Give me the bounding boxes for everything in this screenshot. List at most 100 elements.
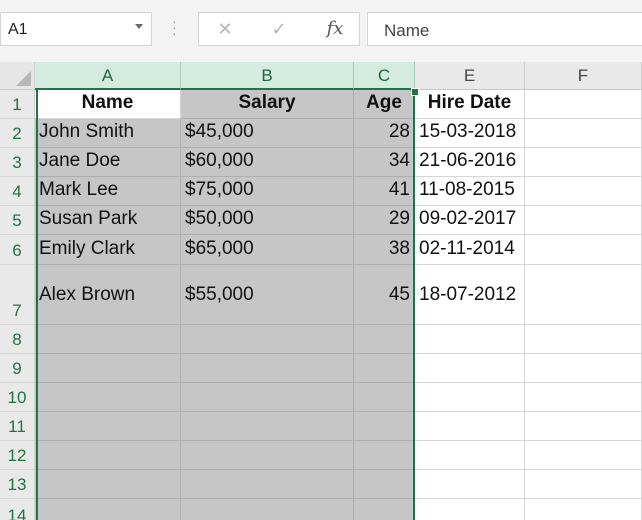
cell-f2[interactable] <box>525 119 642 148</box>
cell-b10[interactable] <box>181 383 354 412</box>
cell-e12[interactable] <box>415 441 525 470</box>
cell-b3[interactable]: $60,000 <box>181 148 354 177</box>
cell-b5[interactable]: $50,000 <box>181 206 354 235</box>
cell-b1[interactable]: Salary <box>181 90 354 119</box>
column-header-b[interactable]: B <box>181 62 354 90</box>
row-header-2[interactable]: 2 <box>0 119 35 148</box>
cell-a7[interactable]: Alex Brown <box>35 265 181 325</box>
cell-c8[interactable] <box>354 325 415 354</box>
cell-e11[interactable] <box>415 412 525 441</box>
name-box[interactable]: A1 <box>0 12 152 46</box>
cell-e1[interactable]: Hire Date <box>415 90 525 119</box>
cell-f1[interactable] <box>525 90 642 119</box>
row-header-4[interactable]: 4 <box>0 177 35 206</box>
row-header-13[interactable]: 13 <box>0 470 35 499</box>
cell-c13[interactable] <box>354 470 415 499</box>
cell-c2[interactable]: 28 <box>354 119 415 148</box>
cell-e13[interactable] <box>415 470 525 499</box>
cell-a9[interactable] <box>35 354 181 383</box>
cell-a11[interactable] <box>35 412 181 441</box>
cell-a12[interactable] <box>35 441 181 470</box>
cell-f8[interactable] <box>525 325 642 354</box>
cell-b7[interactable]: $55,000 <box>181 265 354 325</box>
cell-a14[interactable] <box>35 499 181 520</box>
row-header-8[interactable]: 8 <box>0 325 35 354</box>
cell-f7[interactable] <box>525 265 642 325</box>
row-header-12[interactable]: 12 <box>0 441 35 470</box>
cell-f6[interactable] <box>525 235 642 265</box>
cell-b4[interactable]: $75,000 <box>181 177 354 206</box>
vertical-dots-icon[interactable]: · · · <box>172 14 177 40</box>
cell-a10[interactable] <box>35 383 181 412</box>
cell-b13[interactable] <box>181 470 354 499</box>
chevron-down-icon[interactable] <box>135 24 143 29</box>
cell-a2[interactable]: John Smith <box>35 119 181 148</box>
fill-handle[interactable] <box>411 88 419 96</box>
cell-b11[interactable] <box>181 412 354 441</box>
cell-c12[interactable] <box>354 441 415 470</box>
cell-f9[interactable] <box>525 354 642 383</box>
cell-f4[interactable] <box>525 177 642 206</box>
insert-function-icon[interactable]: fx <box>315 13 355 45</box>
cell-a1[interactable]: Name <box>35 90 181 119</box>
cell-e3[interactable]: 21-06-2016 <box>415 148 525 177</box>
cell-c10[interactable] <box>354 383 415 412</box>
row-header-7[interactable]: 7 <box>0 265 35 325</box>
row-header-1[interactable]: 1 <box>0 90 35 119</box>
cell-e9[interactable] <box>415 354 525 383</box>
cell-b6[interactable]: $65,000 <box>181 235 354 265</box>
cell-f10[interactable] <box>525 383 642 412</box>
cell-f3[interactable] <box>525 148 642 177</box>
formula-input[interactable]: Name <box>367 12 642 46</box>
cell-c7[interactable]: 45 <box>354 265 415 325</box>
cell-a6[interactable]: Emily Clark <box>35 235 181 265</box>
cell-c5[interactable]: 29 <box>354 206 415 235</box>
cell-c11[interactable] <box>354 412 415 441</box>
cell-a8[interactable] <box>35 325 181 354</box>
cell-e14[interactable] <box>415 499 525 520</box>
column-header-c[interactable]: C <box>354 62 415 90</box>
cell-b12[interactable] <box>181 441 354 470</box>
cell-f13[interactable] <box>525 470 642 499</box>
cell-e10[interactable] <box>415 383 525 412</box>
row-header-14[interactable]: 14 <box>0 499 35 520</box>
cell-a3[interactable]: Jane Doe <box>35 148 181 177</box>
cell-e8[interactable] <box>415 325 525 354</box>
row-header-6[interactable]: 6 <box>0 235 35 265</box>
cell-c14[interactable] <box>354 499 415 520</box>
select-all-button[interactable] <box>0 62 35 90</box>
cell-b14[interactable] <box>181 499 354 520</box>
cell-c9[interactable] <box>354 354 415 383</box>
cell-e2[interactable]: 15-03-2018 <box>415 119 525 148</box>
cell-c1[interactable]: Age <box>354 90 415 119</box>
row-header-9[interactable]: 9 <box>0 354 35 383</box>
cell-c4[interactable]: 41 <box>354 177 415 206</box>
cell-a13[interactable] <box>35 470 181 499</box>
cell-b2[interactable]: $45,000 <box>181 119 354 148</box>
cancel-icon[interactable]: ✕ <box>205 13 245 45</box>
formula-input-value: Name <box>384 21 430 40</box>
cell-e6[interactable]: 02-11-2014 <box>415 235 525 265</box>
row-header-3[interactable]: 3 <box>0 148 35 177</box>
cell-f5[interactable] <box>525 206 642 235</box>
cell-value: 11-08-2015 <box>419 179 515 200</box>
row-header-11[interactable]: 11 <box>0 412 35 441</box>
cell-e5[interactable]: 09-02-2017 <box>415 206 525 235</box>
cell-b9[interactable] <box>181 354 354 383</box>
cell-e7[interactable]: 18-07-2012 <box>415 265 525 325</box>
cell-f11[interactable] <box>525 412 642 441</box>
cell-e4[interactable]: 11-08-2015 <box>415 177 525 206</box>
column-header-f[interactable]: F <box>525 62 642 90</box>
row-header-10[interactable]: 10 <box>0 383 35 412</box>
column-header-a[interactable]: A <box>35 62 181 90</box>
cell-a5[interactable]: Susan Park <box>35 206 181 235</box>
checkmark-icon[interactable]: ✓ <box>259 13 299 45</box>
cell-f14[interactable] <box>525 499 642 520</box>
cell-c3[interactable]: 34 <box>354 148 415 177</box>
cell-c6[interactable]: 38 <box>354 235 415 265</box>
cell-a4[interactable]: Mark Lee <box>35 177 181 206</box>
cell-f12[interactable] <box>525 441 642 470</box>
column-header-e[interactable]: E <box>415 62 525 90</box>
cell-b8[interactable] <box>181 325 354 354</box>
row-header-5[interactable]: 5 <box>0 206 35 235</box>
